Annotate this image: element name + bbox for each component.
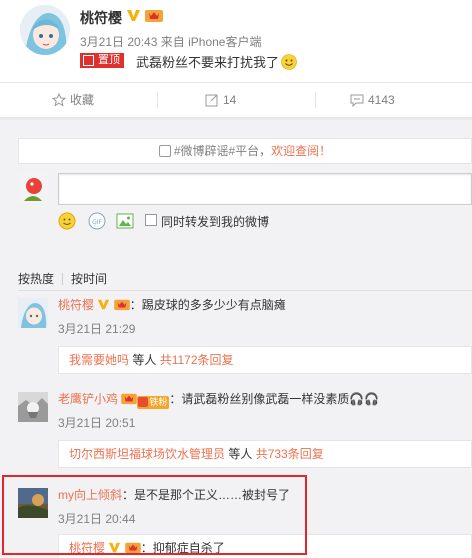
fan-badge: 铁粉 bbox=[137, 396, 170, 409]
comment-icon bbox=[350, 94, 364, 108]
comment-text: ：踢皮球的多多少少有点脑瘫 bbox=[129, 298, 286, 312]
author-avatar[interactable] bbox=[20, 5, 70, 55]
sort-divider bbox=[62, 273, 64, 285]
notice-text: #微博辟谣#平台， bbox=[173, 144, 272, 158]
repost-button[interactable]: 14 bbox=[205, 83, 236, 117]
action-divider bbox=[315, 92, 316, 108]
reply-summary[interactable]: 切尔西斯坦福球场饮水管理员 等人 共733条回复 bbox=[58, 440, 472, 468]
pinned-badge: 置顶 bbox=[80, 53, 124, 68]
sort-time-tab[interactable]: 按时间 bbox=[71, 272, 107, 286]
pinned-label: 置顶 bbox=[98, 54, 120, 66]
weibo-post: 桃符樱 3月21日 20:43 来自 iPhone客户端 置顶 武磊粉丝不要来打… bbox=[0, 0, 472, 82]
svg-text:GIF: GIF bbox=[92, 219, 102, 226]
comment-avatar[interactable] bbox=[18, 298, 48, 328]
reply-count[interactable]: 共733条回复 bbox=[256, 447, 324, 461]
post-text-content: 武磊粉丝不要来打扰我了 bbox=[136, 55, 280, 70]
comment-count: 4143 bbox=[368, 93, 395, 107]
comment-line: 老鹰铲小鸡 铁粉 ：请武磊粉丝别像武磊一样没素质🎧🎧 bbox=[58, 390, 379, 409]
notice-link[interactable]: 欢迎查阅！ bbox=[271, 144, 331, 158]
verified-v-icon bbox=[98, 299, 110, 310]
post-source[interactable]: iPhone客户端 bbox=[188, 35, 261, 49]
sort-hot-tab[interactable]: 按热度 bbox=[18, 272, 54, 286]
reply-mid: 等人 bbox=[129, 353, 160, 367]
action-divider bbox=[157, 92, 158, 108]
rumor-notice: #微博辟谣#平台，欢迎查阅！ bbox=[18, 138, 472, 164]
reply-user[interactable]: 我需要她吗 bbox=[69, 353, 129, 367]
comments-panel: #微博辟谣#平台，欢迎查阅！ GIF 同时转发到我的微博 按热度 按时间 桃符樱 … bbox=[0, 120, 472, 558]
author-name[interactable]: 桃符樱 bbox=[80, 8, 122, 28]
verified-v-icon bbox=[127, 10, 140, 21]
vip-crown-icon[interactable] bbox=[145, 8, 163, 23]
comment-time: 3月21日 21:29 bbox=[58, 322, 136, 336]
smile-emoji-icon bbox=[281, 54, 297, 70]
post-text: 武磊粉丝不要来打扰我了 bbox=[136, 52, 297, 71]
favorite-button[interactable]: 收藏 bbox=[51, 83, 95, 117]
comment-line: 桃符樱 ：踢皮球的多多少少有点脑瘫 bbox=[58, 296, 286, 313]
comment-avatar[interactable] bbox=[18, 392, 48, 422]
vip-crown-icon bbox=[121, 393, 138, 405]
sort-divider-line bbox=[18, 290, 472, 291]
emoji-icon[interactable] bbox=[58, 212, 76, 230]
comment-time: 3月21日 20:51 bbox=[58, 416, 136, 430]
highlight-box bbox=[2, 475, 307, 555]
action-bar: 收藏 14 4143 bbox=[0, 82, 472, 118]
reply-summary[interactable]: 我需要她吗 等人 共1172条回复 bbox=[58, 346, 472, 374]
post-meta: 3月21日 20:43 来自 iPhone客户端 bbox=[80, 33, 261, 50]
reply-mid: 等人 bbox=[225, 447, 256, 461]
favorite-label: 收藏 bbox=[70, 93, 95, 107]
comment-button[interactable]: 4143 bbox=[350, 83, 395, 117]
fan-badge-icon bbox=[138, 397, 149, 407]
sort-tabs: 按热度 按时间 bbox=[18, 270, 107, 287]
comment-input[interactable] bbox=[58, 173, 472, 205]
post-date[interactable]: 3月21日 20:43 bbox=[80, 35, 157, 49]
repost-icon bbox=[205, 94, 218, 107]
commenter-name[interactable]: 桃符樱 bbox=[58, 298, 94, 312]
current-user-avatar[interactable] bbox=[18, 173, 48, 203]
gif-icon[interactable]: GIF bbox=[88, 212, 106, 230]
source-prefix: 来自 bbox=[160, 35, 185, 49]
repost-checkbox[interactable] bbox=[145, 214, 157, 226]
star-icon bbox=[51, 92, 67, 107]
vip-crown-icon bbox=[113, 299, 130, 311]
image-icon[interactable] bbox=[116, 212, 134, 230]
reply-count[interactable]: 共1172条回复 bbox=[160, 353, 234, 367]
commenter-name[interactable]: 老鹰铲小鸡 bbox=[58, 392, 118, 406]
reply-user[interactable]: 切尔西斯坦福球场饮水管理员 bbox=[69, 447, 225, 461]
repost-checkbox-label: 同时转发到我的微博 bbox=[161, 215, 270, 229]
fan-badge-label: 铁粉 bbox=[149, 397, 168, 407]
repost-count: 14 bbox=[223, 93, 237, 107]
pin-icon bbox=[83, 55, 94, 66]
notice-icon bbox=[158, 145, 171, 157]
comment-text: ：请武磊粉丝别像武磊一样没素质🎧🎧 bbox=[169, 392, 380, 406]
